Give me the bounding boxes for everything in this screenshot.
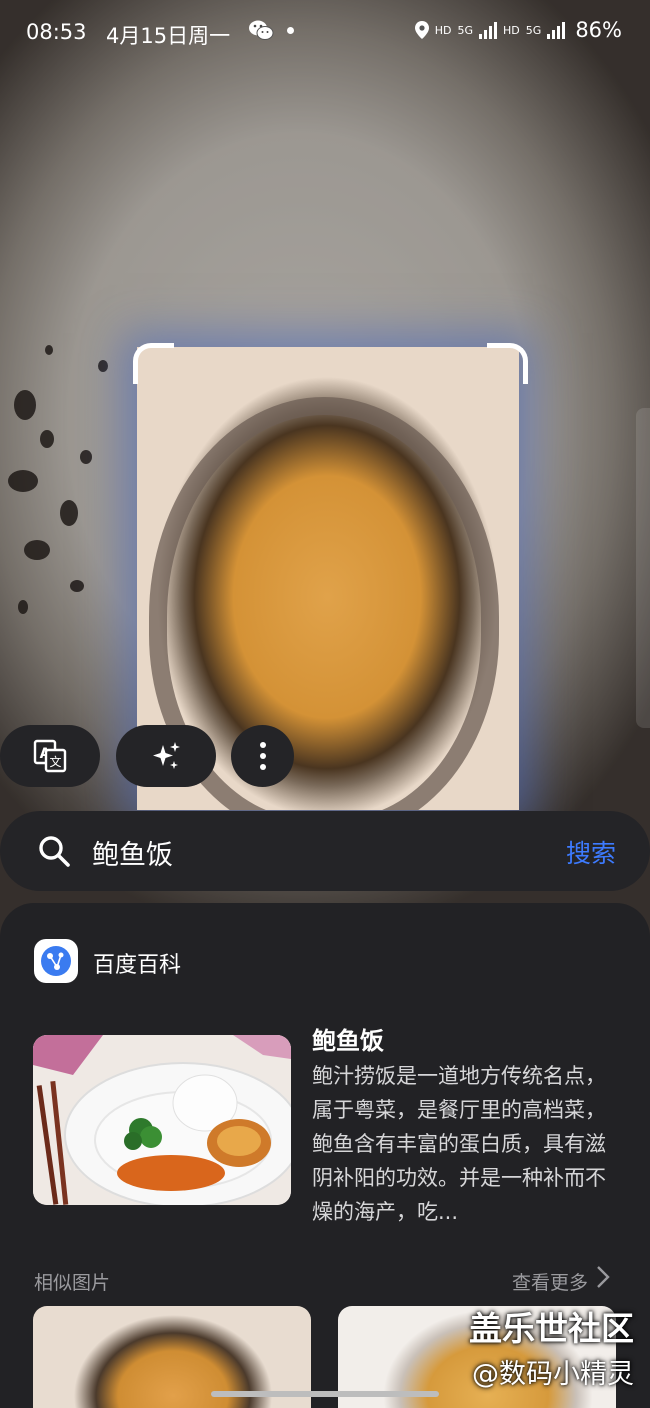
location-icon xyxy=(414,21,429,39)
wechat-icon xyxy=(249,20,274,40)
watermark-line-1: 盖乐世社区 xyxy=(469,1309,634,1348)
crop-handle-top-right[interactable] xyxy=(487,343,528,384)
watermark-line-2: @数码小精灵 xyxy=(472,1359,634,1390)
search-input[interactable]: 鲍鱼饭 xyxy=(92,833,173,872)
more-vertical-icon xyxy=(259,742,266,770)
network-label-2: 5G xyxy=(457,23,474,37)
home-indicator[interactable] xyxy=(211,1391,439,1397)
search-button[interactable]: 搜索 xyxy=(566,834,616,870)
source-name[interactable]: 百度百科 xyxy=(93,947,181,979)
baike-logo-icon xyxy=(34,939,78,983)
crop-handle-top-left[interactable] xyxy=(133,343,174,384)
view-more-link[interactable]: 查看更多 xyxy=(512,1268,588,1295)
network-label-3: HD xyxy=(503,23,520,37)
edge-panel-handle[interactable] xyxy=(636,408,650,728)
translate-icon: A 文 xyxy=(33,739,67,773)
similar-images-label: 相似图片 xyxy=(34,1272,111,1294)
sparkle-icon xyxy=(153,742,180,769)
battery-level: 86% xyxy=(575,18,622,42)
svg-text:文: 文 xyxy=(49,754,61,769)
notification-dot xyxy=(287,27,294,34)
more-options-button[interactable] xyxy=(231,725,294,787)
signal-icon xyxy=(479,21,498,39)
network-label-4: 5G xyxy=(525,23,542,37)
signal-icon-2 xyxy=(547,21,566,39)
network-label-1: HD xyxy=(434,23,452,37)
status-time: 08:53 xyxy=(26,20,87,44)
status-date: 4月15日周一 xyxy=(106,24,231,48)
chevron-right-icon[interactable] xyxy=(596,1265,610,1289)
status-bar: 08:53 4月15日周一 HD 5G HD 5G 86% xyxy=(0,0,650,64)
result-description: 鲍汁捞饭是一道地方传统名点，属于粤菜，是餐厅里的高档菜，鲍鱼含有丰富的蛋白质，具… xyxy=(312,1064,606,1224)
result-thumbnail[interactable] xyxy=(33,1035,291,1205)
ai-assist-button[interactable] xyxy=(116,725,216,787)
search-bar[interactable]: 鲍鱼饭 搜索 xyxy=(0,811,650,891)
result-title[interactable]: 鲍鱼饭 xyxy=(312,1021,384,1056)
translate-button[interactable]: A 文 xyxy=(0,725,100,787)
search-icon xyxy=(39,836,70,867)
